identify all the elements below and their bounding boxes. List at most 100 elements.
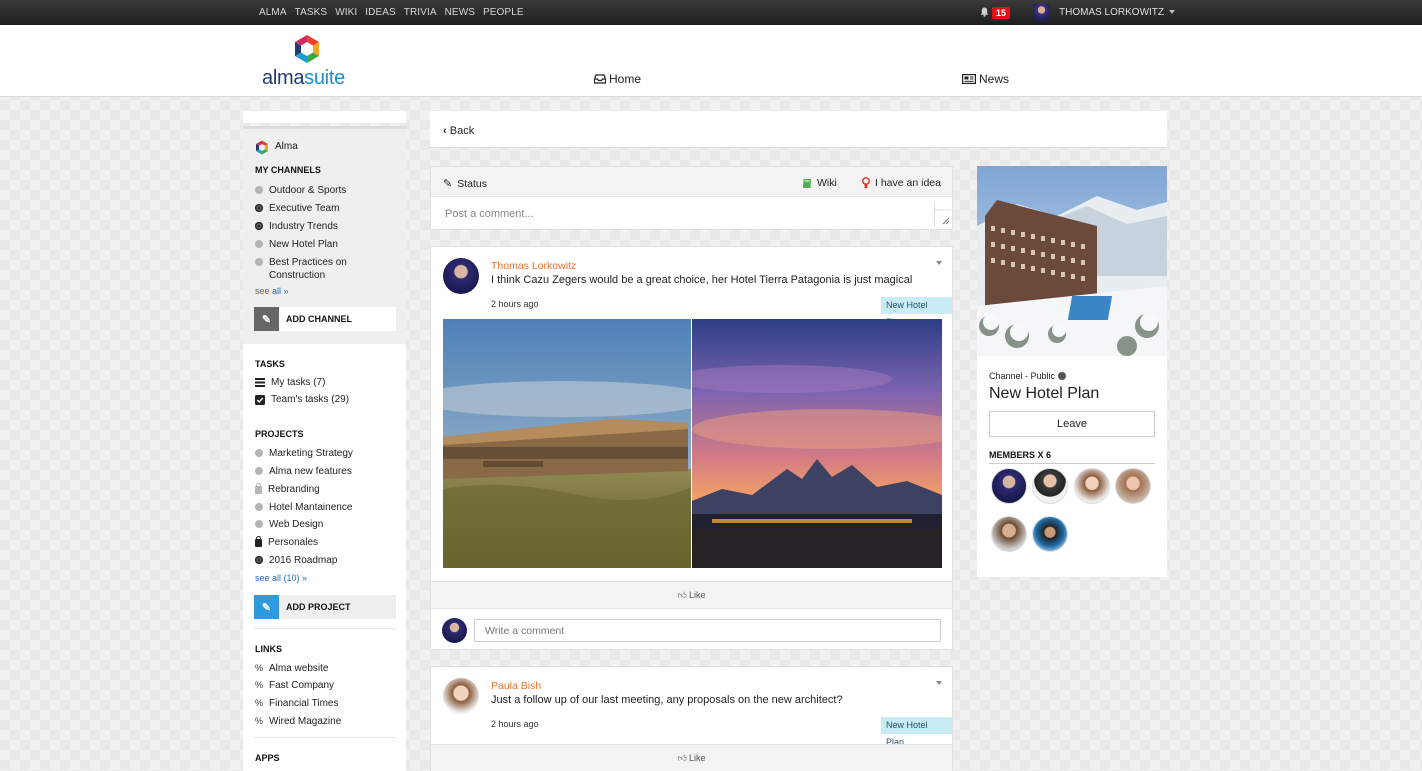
top-nav: ALMA TASKS WIKI IDEAS TRIVIA NEWS PEOPLE <box>259 7 524 18</box>
top-nav-people[interactable]: PEOPLE <box>483 7 524 18</box>
channel-item[interactable]: Outdoor & Sports <box>255 184 346 197</box>
sidebar-top <box>243 111 406 123</box>
top-nav-tasks[interactable]: TASKS <box>295 7 328 18</box>
project-dot-icon <box>255 449 263 457</box>
project-label: Marketing Strategy <box>269 448 353 459</box>
task-item[interactable]: My tasks (7) <box>255 376 325 389</box>
back-link[interactable]: ‹ Back <box>443 125 474 137</box>
composer-tabs: ✎ Status Wiki I have an idea <box>431 167 952 197</box>
add-project-label: ADD PROJECT <box>286 602 351 612</box>
top-nav-alma[interactable]: ALMA <box>259 7 287 18</box>
user-menu[interactable]: THOMAS LORKOWITZ <box>1059 7 1175 18</box>
top-bar: ALMA TASKS WIKI IDEAS TRIVIA NEWS PEOPLE… <box>0 0 1422 25</box>
sidebar-item-alma[interactable]: Alma <box>255 140 298 155</box>
like-button[interactable]: 👍︎ Like <box>431 744 952 771</box>
post-image-sunset-mountains[interactable] <box>692 319 942 568</box>
resize-grip-icon[interactable] <box>934 203 951 227</box>
author-avatar[interactable] <box>443 258 479 294</box>
tab-wiki[interactable]: Wiki <box>802 177 837 189</box>
top-nav-trivia[interactable]: TRIVIA <box>404 7 437 18</box>
link-label: Alma website <box>269 663 329 674</box>
bell-icon[interactable] <box>980 7 989 17</box>
tasks-title: TASKS <box>255 359 285 369</box>
post-image-hotel-patagonia[interactable] <box>443 319 691 568</box>
leave-channel-button[interactable]: Leave <box>989 411 1155 437</box>
write-comment-input[interactable] <box>474 619 941 642</box>
channel-item[interactable]: Industry Trends <box>255 220 338 233</box>
notification-count-badge[interactable]: 15 <box>992 7 1011 19</box>
member-avatar[interactable] <box>1032 468 1068 504</box>
post-text: Just a follow up of our last meeting, an… <box>491 694 843 706</box>
task-label: My tasks (7) <box>271 377 326 388</box>
projects-title: PROJECTS <box>255 429 304 439</box>
link-item[interactable]: % Alma website <box>255 662 328 675</box>
sidebar-channels-block: Alma MY CHANNELS Outdoor & Sports Execut… <box>243 126 406 355</box>
project-item[interactable]: Alma new features <box>255 465 352 478</box>
project-item[interactable]: Rebranding <box>255 483 320 496</box>
tab-status[interactable]: ✎ Status <box>443 177 487 191</box>
project-item[interactable]: Marketing Strategy <box>255 447 353 460</box>
sidebar: Alma MY CHANNELS Outdoor & Sports Execut… <box>243 111 406 771</box>
link-icon: % <box>255 680 264 690</box>
channel-cover-image <box>977 166 1167 356</box>
newspaper-icon <box>962 74 976 84</box>
top-nav-ideas[interactable]: IDEAS <box>365 7 396 18</box>
channels-see-all-link[interactable]: see all » <box>255 286 289 296</box>
alma-logo-text[interactable]: almasuite <box>262 67 345 90</box>
nav-home[interactable]: Home <box>594 72 641 86</box>
channel-dot-icon <box>255 258 263 266</box>
project-item[interactable]: Hotel Mantainence <box>255 501 352 514</box>
globe-icon <box>255 556 263 564</box>
feed-post: Thomas Lorkowitz I think Cazu Zegers wou… <box>430 246 953 650</box>
project-item[interactable]: Personales <box>255 536 318 549</box>
channel-item[interactable]: Best Practices on Construction <box>255 256 375 282</box>
project-dot-icon <box>255 503 263 511</box>
like-button[interactable]: 👍︎ Like <box>431 581 952 609</box>
channel-label: Outdoor & Sports <box>269 185 347 196</box>
top-nav-news[interactable]: NEWS <box>445 7 475 18</box>
channel-label: Executive Team <box>269 203 340 214</box>
author-avatar[interactable] <box>443 678 479 714</box>
post-channel-tag[interactable]: New Hotel Plan <box>881 297 952 327</box>
add-channel-button[interactable]: ✎ ADD CHANNEL <box>254 307 396 331</box>
like-label: Like <box>688 590 706 600</box>
link-item[interactable]: % Wired Magazine <box>255 715 341 728</box>
link-item[interactable]: % Financial Times <box>255 697 338 710</box>
post-text: I think Cazu Zegers would be a great cho… <box>491 274 913 286</box>
back-label: Back <box>449 125 475 137</box>
post-options-chevron-icon[interactable] <box>936 261 942 265</box>
project-item[interactable]: Web Design <box>255 518 323 531</box>
member-avatar[interactable] <box>1115 468 1151 504</box>
link-item[interactable]: % Fast Company <box>255 679 334 692</box>
project-label: Hotel Mantainence <box>269 502 353 513</box>
member-avatar[interactable] <box>1032 516 1068 552</box>
post-channel-tag[interactable]: New Hotel Plan <box>881 717 952 747</box>
chevron-left-icon: ‹ <box>443 125 447 137</box>
channel-name: New Hotel Plan <box>989 385 1100 402</box>
nav-news[interactable]: News <box>962 72 1009 86</box>
member-avatar[interactable] <box>991 516 1027 552</box>
logo-alma: alma <box>262 67 305 89</box>
task-label: Team's tasks (29) <box>271 394 350 405</box>
projects-see-all-link[interactable]: see all (10) » <box>255 573 307 583</box>
tab-idea[interactable]: I have an idea <box>862 177 941 189</box>
add-project-button[interactable]: ✎ ADD PROJECT <box>254 595 396 619</box>
alma-logo-icon[interactable] <box>293 34 321 64</box>
checkbox-icon <box>255 395 265 405</box>
member-avatar[interactable] <box>1074 468 1110 504</box>
top-nav-wiki[interactable]: WIKI <box>335 7 357 18</box>
project-label: Personales <box>268 537 319 548</box>
post-comment-input[interactable] <box>432 198 933 229</box>
channel-item[interactable]: Executive Team <box>255 202 339 215</box>
nav-news-label: News <box>979 72 1010 86</box>
project-item[interactable]: 2016 Roadmap <box>255 554 337 567</box>
post-options-chevron-icon[interactable] <box>936 681 942 685</box>
post-author-link[interactable]: Paula Bish <box>491 680 541 692</box>
like-label: Like <box>688 753 706 763</box>
channel-item[interactable]: New Hotel Plan <box>255 238 338 251</box>
user-avatar[interactable] <box>1033 4 1050 21</box>
member-avatar[interactable] <box>991 468 1027 504</box>
task-item[interactable]: Team's tasks (29) <box>255 393 349 406</box>
feed-post: Paula Bish Just a follow up of our last … <box>430 666 953 771</box>
post-author-link[interactable]: Thomas Lorkowitz <box>491 260 576 272</box>
